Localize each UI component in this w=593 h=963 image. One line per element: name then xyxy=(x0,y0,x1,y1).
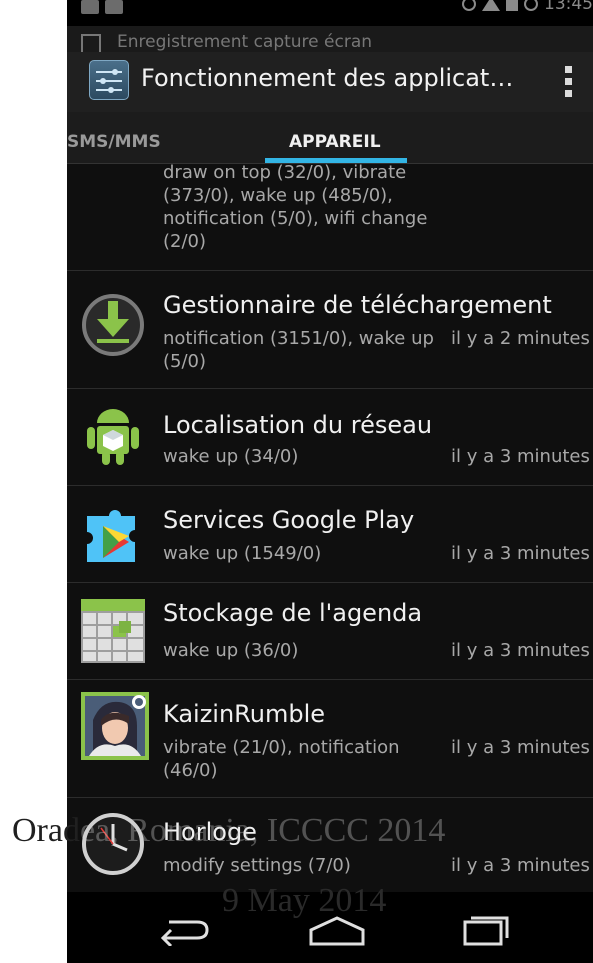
list-item-time: il y a 3 minutes xyxy=(451,855,590,876)
list-item-ops: draw on top (32/0), vibrate (373/0), wak… xyxy=(163,164,428,252)
overflow-menu-icon[interactable] xyxy=(565,66,573,98)
list-item-time: il y a 3 minutes xyxy=(451,640,590,661)
list-item[interactable]: Services Google Play wake up (1549/0) il… xyxy=(67,486,593,583)
list-item-ops: wake up (34/0) xyxy=(163,446,299,467)
status-icons: 13:45 xyxy=(462,0,593,14)
recent-apps-icon[interactable] xyxy=(459,914,511,950)
action-bar: Fonctionnement des applicat… xyxy=(67,52,593,112)
status-clock: 13:45 xyxy=(544,0,593,14)
list-item-time: il y a 3 minutes xyxy=(451,446,590,467)
list-item-name: KaizinRumble xyxy=(163,700,326,728)
list-item-ops: wake up (36/0) xyxy=(163,640,299,661)
app-ops-settings-icon[interactable] xyxy=(89,60,129,100)
notification-icons xyxy=(81,0,123,14)
battery-icon xyxy=(506,0,518,11)
list-item[interactable]: Stockage de l'agenda wake up (36/0) il y… xyxy=(67,583,593,680)
app-ops-list[interactable]: draw on top (32/0), vibrate (373/0), wak… xyxy=(67,164,593,892)
list-item[interactable]: Localisation du réseau wake up (34/0) il… xyxy=(67,389,593,486)
alarm-icon xyxy=(524,0,538,11)
list-item[interactable]: KaizinRumble vibrate (21/0), notificatio… xyxy=(67,680,593,798)
tab-sms-mms[interactable]: SMS/MMS xyxy=(67,132,161,152)
list-item-time: il y a 3 minutes xyxy=(451,543,590,564)
download-icon xyxy=(79,291,147,359)
calendar-storage-icon xyxy=(79,597,147,665)
tab-indicator xyxy=(265,158,407,163)
status-bar: 13:45 xyxy=(67,0,593,26)
list-item-ops: vibrate (21/0), notification (46/0) xyxy=(163,737,400,781)
google-play-services-icon xyxy=(79,500,147,568)
list-item[interactable]: Gestionnaire de téléchargement notificat… xyxy=(67,271,593,389)
watermark-line-2: 9 May 2014 xyxy=(222,882,387,919)
list-item-ops: notification (3151/0), wake up (5/0) xyxy=(163,328,434,372)
list-item-time: il y a 3 minutes xyxy=(451,737,590,758)
tab-appareil[interactable]: APPAREIL xyxy=(289,132,381,152)
back-icon[interactable] xyxy=(157,914,213,950)
list-item-name: Localisation du réseau xyxy=(163,411,433,439)
list-item-ops: wake up (1549/0) xyxy=(163,543,322,564)
list-item-name: Services Google Play xyxy=(163,506,415,534)
list-item-time: il y a 2 minutes xyxy=(451,328,590,349)
android-icon xyxy=(79,399,147,467)
notification-text: Enregistrement capture écran xyxy=(117,32,373,52)
list-item-name: Stockage de l'agenda xyxy=(163,599,423,627)
sync-icon xyxy=(462,0,476,11)
tab-bar: SMS/MMS APPAREIL xyxy=(67,112,593,164)
game-avatar-icon xyxy=(79,690,151,762)
list-item-name: Gestionnaire de téléchargement xyxy=(163,291,552,319)
notification-strip[interactable]: Enregistrement capture écran xyxy=(67,26,593,52)
checkbox-icon[interactable] xyxy=(81,34,101,52)
list-item-ops: modify settings (7/0) xyxy=(163,855,351,876)
list-item[interactable]: draw on top (32/0), vibrate (373/0), wak… xyxy=(67,164,593,271)
watermark-line-1: Oradea, Romania, ICCCC 2014 xyxy=(12,812,446,849)
action-bar-title: Fonctionnement des applicat… xyxy=(141,64,514,92)
wifi-icon xyxy=(482,0,500,11)
